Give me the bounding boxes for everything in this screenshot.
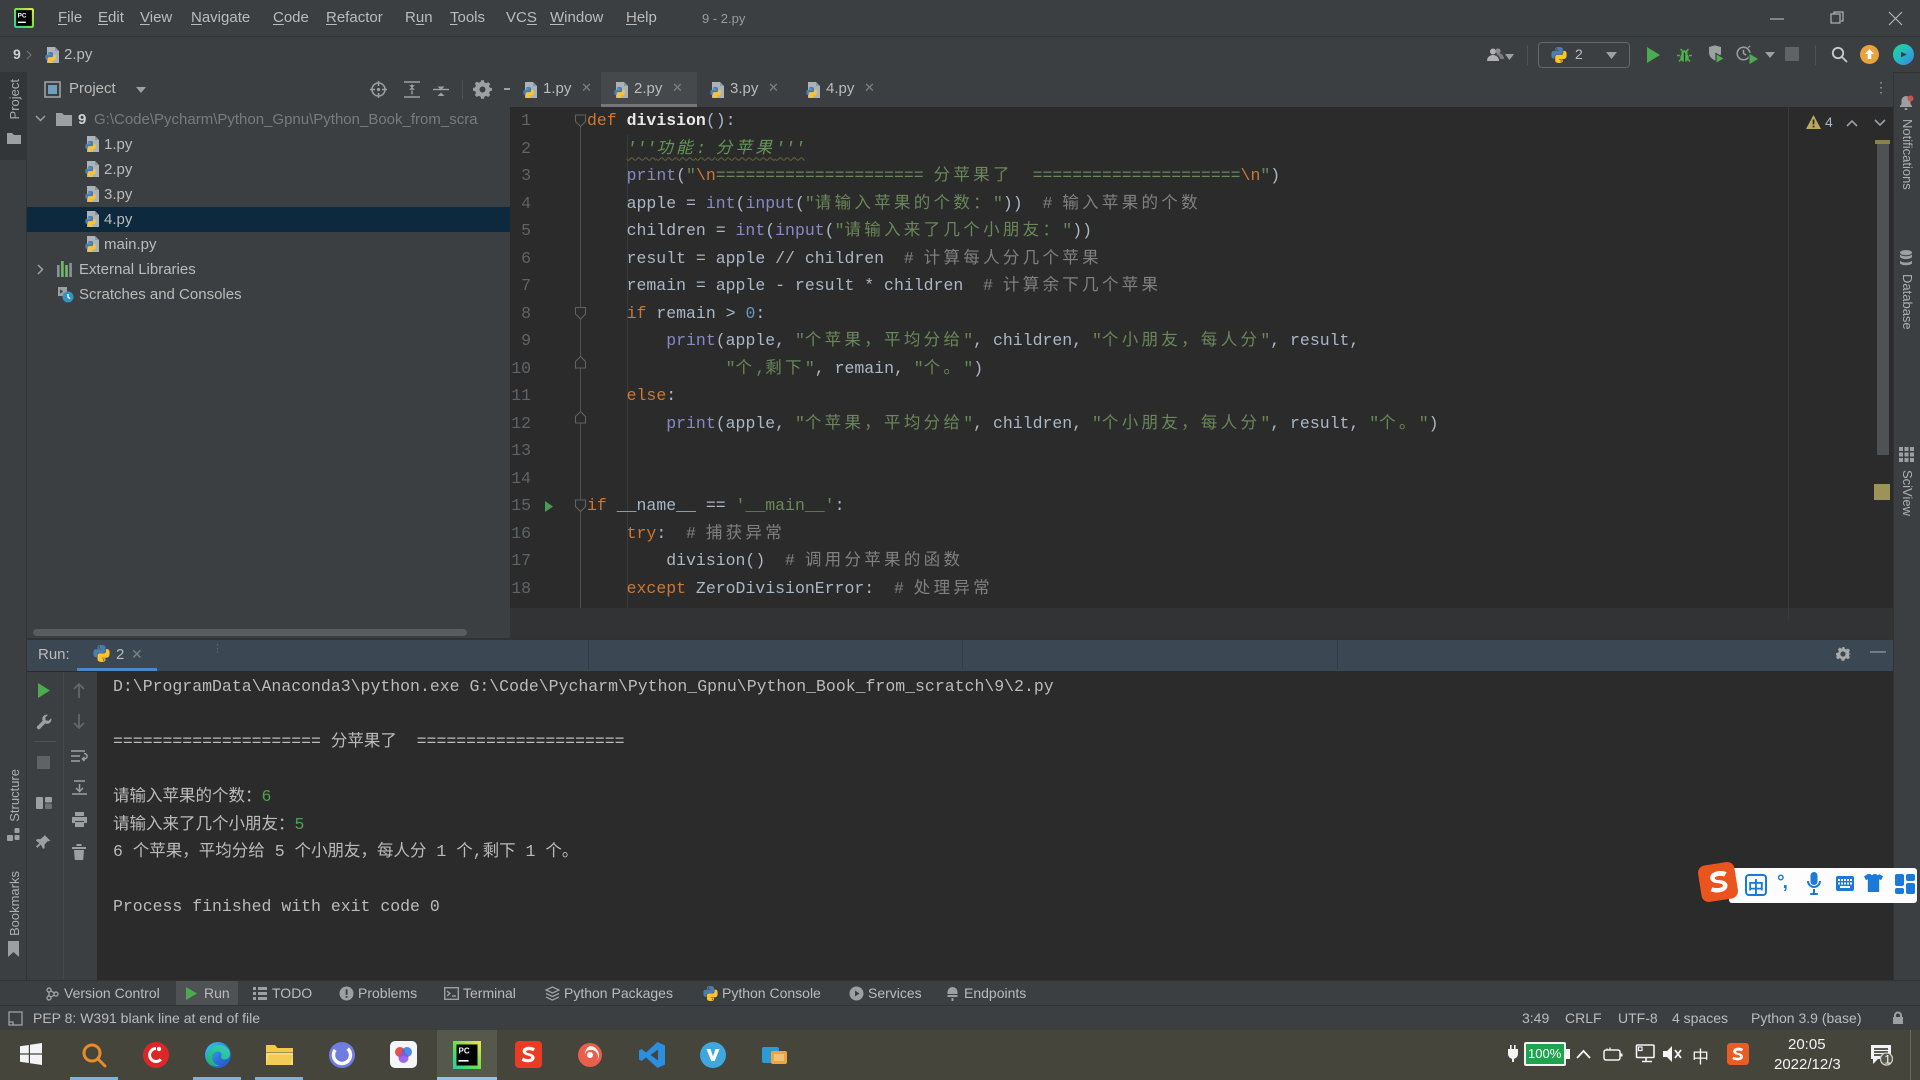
svg-text:PC: PC — [459, 1047, 470, 1056]
svg-text:PC: PC — [18, 13, 27, 20]
svg-text:1: 1 — [1884, 1054, 1890, 1066]
